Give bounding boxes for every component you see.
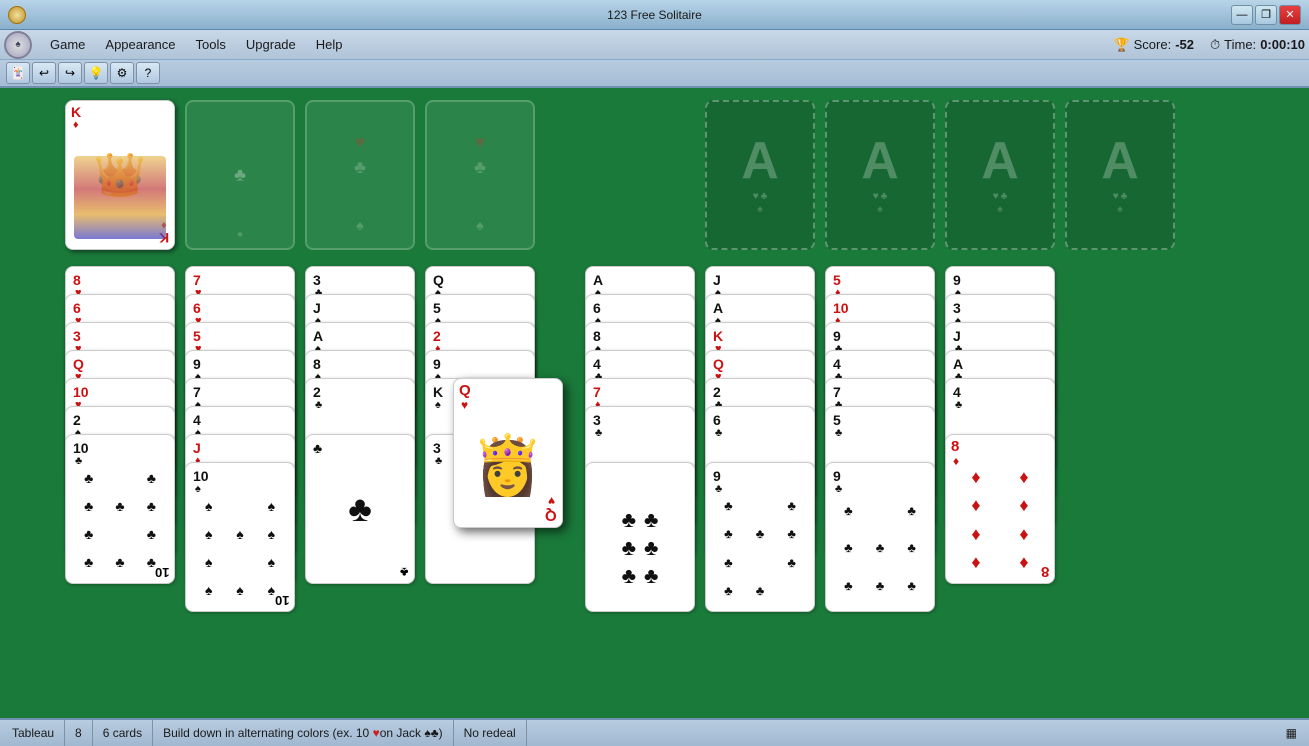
redo-button[interactable]: ↪ — [58, 62, 82, 84]
clock-icon: ⏱ — [1210, 37, 1220, 53]
stock-slot-4: ♥ ♣ ♠ — [425, 100, 535, 250]
score-area: 🏆 Score: -52 ⏱ Time: 0:00:10 — [1113, 37, 1305, 53]
foundation-3[interactable]: A ♥♣ ♠ — [945, 100, 1055, 250]
titlebar-controls: — ❐ ✕ — [1231, 5, 1301, 25]
trophy-icon: 🏆 — [1113, 37, 1129, 53]
game-area[interactable]: K ♦ K ♦ 👑 ♣ ♠ ♥ ♣ ♠ ♥ ♣ ♠ A ♥♣ ♠ A ♥♣ — [0, 88, 1309, 718]
status-grid-icon: ▦ — [1286, 726, 1301, 740]
toolbar: 🃏 ↩ ↪ 💡 ⚙ ? — [0, 60, 1309, 88]
status-rule: Build down in alternating colors (ex. 10… — [153, 720, 454, 746]
undo-button[interactable]: ↩ — [32, 62, 56, 84]
score-value: -52 — [1175, 37, 1194, 52]
status-columns: 8 — [65, 720, 93, 746]
dragging-card-queen-hearts[interactable]: Q ♥ 👸 Q ♥ — [453, 378, 563, 528]
titlebar-left — [8, 6, 26, 24]
score-display: 🏆 Score: -52 — [1113, 37, 1194, 53]
app-icon — [8, 6, 26, 24]
menu-game[interactable]: Game — [40, 34, 95, 55]
menu-tools[interactable]: Tools — [186, 34, 236, 55]
stock-card-1[interactable]: K ♦ K ♦ 👑 — [65, 100, 175, 250]
status-rule-suit: ♥ — [373, 726, 380, 740]
menu-appearance[interactable]: Appearance — [95, 34, 185, 55]
hint-button[interactable]: 💡 — [84, 62, 108, 84]
foundation-4[interactable]: A ♥♣ ♠ — [1065, 100, 1175, 250]
statusbar: Tableau 8 6 cards Build down in alternat… — [0, 718, 1309, 746]
foundation-1[interactable]: A ♥♣ ♠ — [705, 100, 815, 250]
close-button[interactable]: ✕ — [1279, 5, 1301, 25]
app-logo: ♠ — [4, 31, 32, 59]
titlebar: 123 Free Solitaire — ❐ ✕ — [0, 0, 1309, 30]
menu-upgrade[interactable]: Upgrade — [236, 34, 306, 55]
menu-help[interactable]: Help — [306, 34, 353, 55]
time-display: ⏱ Time: 0:00:10 — [1210, 37, 1305, 53]
status-redeal: No redeal — [454, 720, 527, 746]
minimize-button[interactable]: — — [1231, 5, 1253, 25]
foundation-2[interactable]: A ♥♣ ♠ — [825, 100, 935, 250]
new-game-button[interactable]: 🃏 — [6, 62, 30, 84]
time-label: Time: — [1224, 37, 1256, 52]
restore-button[interactable]: ❐ — [1255, 5, 1277, 25]
time-value: 0:00:10 — [1260, 37, 1305, 52]
status-cards: 6 cards — [93, 720, 153, 746]
titlebar-title: 123 Free Solitaire — [607, 8, 702, 22]
stock-slot-2: ♣ ♠ — [185, 100, 295, 250]
stock-slot-3: ♥ ♣ ♠ — [305, 100, 415, 250]
help-button[interactable]: ? — [136, 62, 160, 84]
score-label: Score: — [1134, 37, 1172, 52]
menubar: ♠ Game Appearance Tools Upgrade Help 🏆 S… — [0, 30, 1309, 60]
settings-button[interactable]: ⚙ — [110, 62, 134, 84]
status-game-type: Tableau — [8, 720, 65, 746]
